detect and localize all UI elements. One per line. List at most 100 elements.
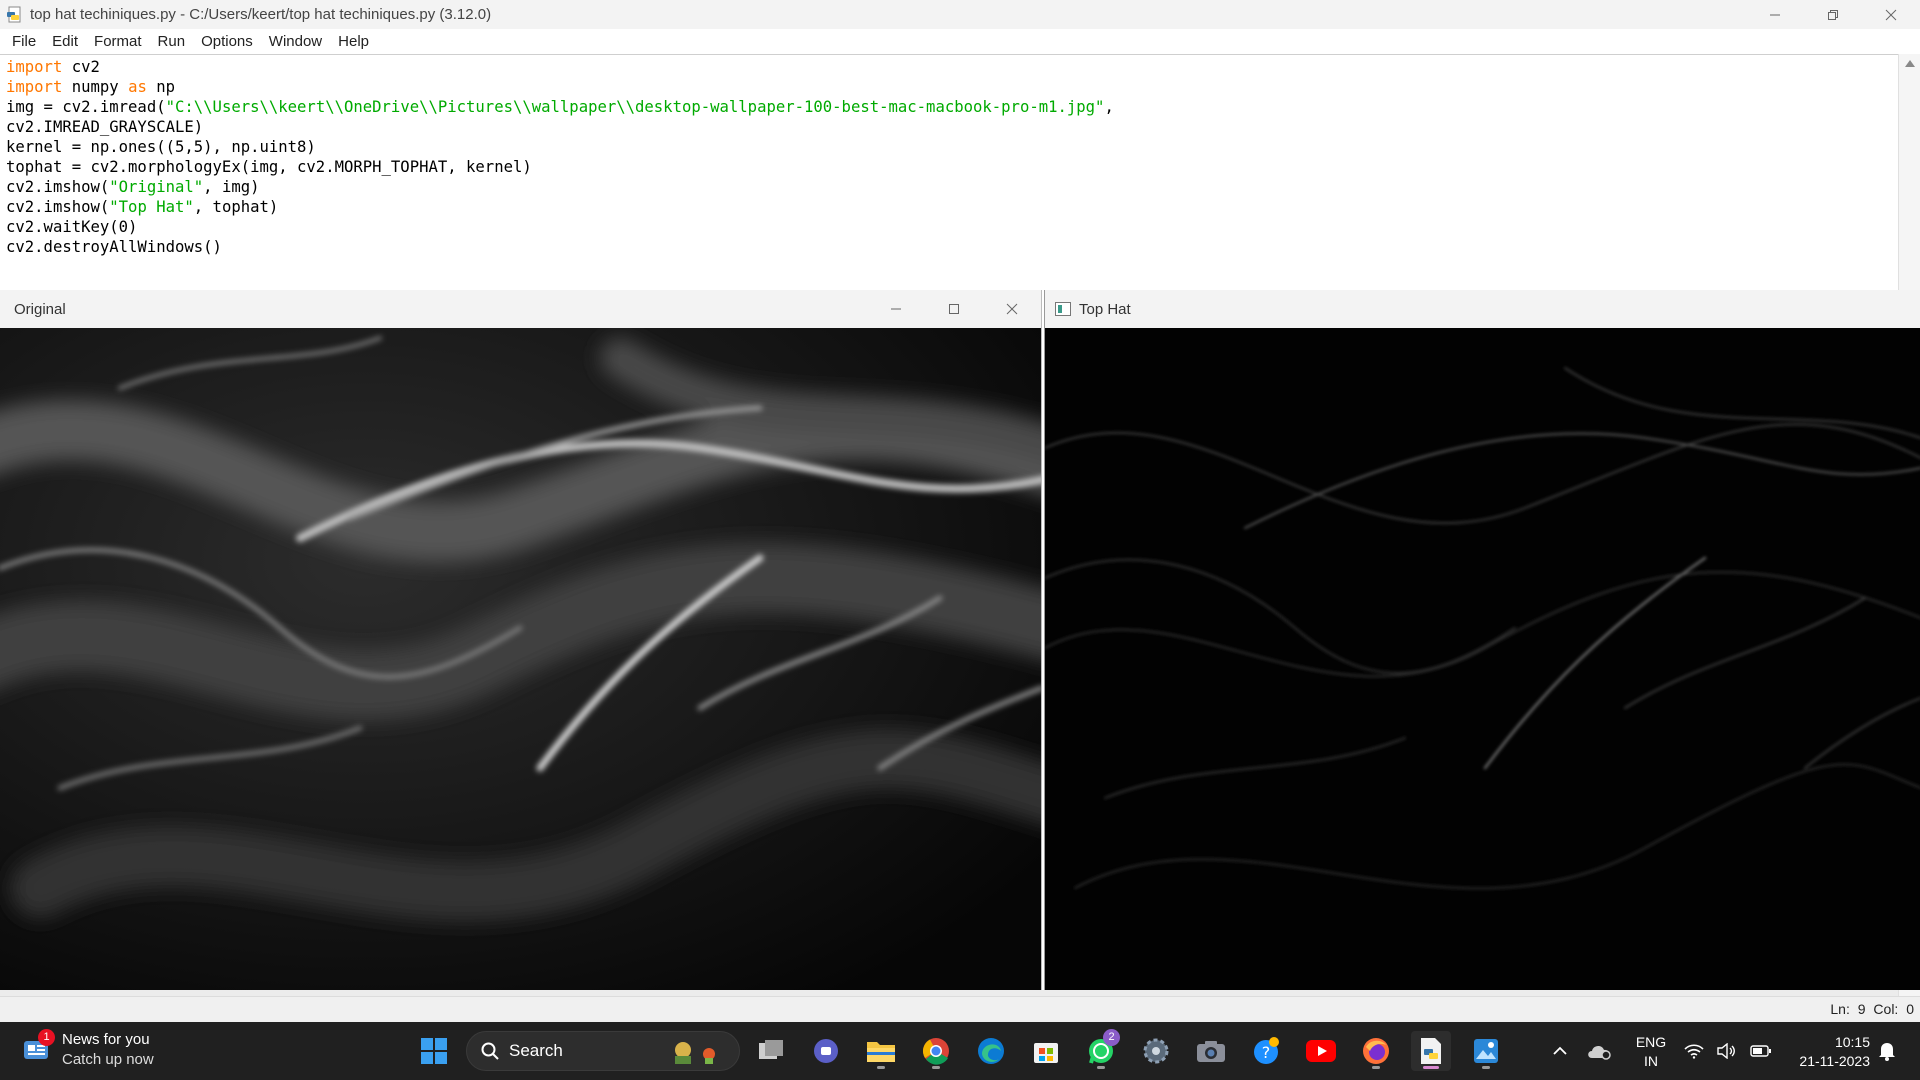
code-line[interactable]: kernel = np.ones((5,5), np.uint8) — [6, 137, 1898, 157]
get-help-icon: ? — [1254, 1037, 1279, 1064]
show-hidden-icons-button[interactable] — [1542, 1031, 1578, 1071]
tophat-window-title: Top Hat — [1079, 300, 1131, 318]
code-text: kernel = np.ones((5,5), np.uint8) — [6, 138, 316, 156]
notifications-button[interactable] — [1872, 1031, 1902, 1071]
menu-options[interactable]: Options — [193, 33, 261, 50]
menu-run[interactable]: Run — [150, 33, 194, 50]
menu-edit[interactable]: Edit — [44, 33, 86, 50]
original-minimize-button[interactable] — [867, 290, 925, 328]
tophat-swirl-image — [1045, 328, 1920, 990]
onedrive-button[interactable] — [1582, 1031, 1618, 1071]
code-line[interactable]: cv2.destroyAllWindows() — [6, 237, 1898, 257]
original-image-window[interactable]: Original — [0, 290, 1042, 990]
microsoft-store-button[interactable] — [1026, 1031, 1066, 1071]
news-icon-wrap: 1 — [22, 1029, 55, 1065]
chrome-button[interactable] — [916, 1031, 956, 1071]
microsoft-store-icon — [1034, 1043, 1058, 1063]
tophat-result-image — [1045, 328, 1920, 990]
code-editor[interactable]: import cv2 import numpy as np img = cv2.im… — [0, 54, 1898, 290]
close-icon — [1006, 303, 1018, 315]
original-title-bar[interactable]: Original — [0, 290, 1041, 328]
idle-button[interactable] — [1411, 1031, 1451, 1071]
start-button[interactable] — [414, 1031, 454, 1071]
code-line[interactable]: cv2.IMREAD_GRAYSCALE) — [6, 117, 1898, 137]
restore-button[interactable] — [1804, 0, 1862, 29]
code-text: tophat = cv2.morphologyEx(img, cv2.MORPH… — [6, 158, 532, 176]
code-string: "Original" — [109, 178, 204, 196]
clock-date: 21-11-2023 — [1799, 1053, 1870, 1069]
news-badge: 1 — [38, 1029, 55, 1046]
original-close-button[interactable] — [983, 290, 1041, 328]
teams-chat-button[interactable] — [806, 1031, 846, 1071]
close-icon — [1885, 9, 1897, 20]
original-window-controls — [867, 290, 1041, 328]
taskbar-search-box[interactable]: Search — [466, 1031, 740, 1071]
edge-button[interactable] — [971, 1031, 1011, 1071]
window-title: top hat techiniques.py - C:/Users/keert/… — [30, 6, 492, 23]
tophat-title-bar[interactable]: Top Hat — [1045, 290, 1920, 328]
news-text: News for you Catch up now — [62, 1030, 154, 1070]
code-line[interactable]: import numpy as np — [6, 77, 1898, 97]
cursor-position: Ln: 9 Col: 0 — [1830, 1001, 1914, 1017]
original-window-title: Original — [14, 300, 66, 318]
chrome-icon — [922, 1038, 949, 1065]
notification-bell-icon — [1879, 1043, 1895, 1061]
code-line[interactable]: img = cv2.imread("C:\\Users\\keert\\OneD… — [6, 97, 1898, 117]
window-controls — [1746, 0, 1920, 29]
idle-title-bar[interactable]: top hat techiniques.py - C:/Users/keert/… — [0, 0, 1920, 29]
get-help-button[interactable]: ? — [1246, 1031, 1286, 1071]
camera-button[interactable] — [1191, 1031, 1231, 1071]
code-line[interactable]: import cv2 — [6, 57, 1898, 77]
menu-file[interactable]: File — [4, 33, 44, 50]
quick-settings-button[interactable] — [1678, 1031, 1778, 1071]
code-text: cv2.imshow( — [6, 178, 110, 196]
menu-help[interactable]: Help — [330, 33, 377, 50]
photos-button[interactable] — [1466, 1031, 1506, 1071]
active-indicator — [1423, 1066, 1439, 1069]
python-file-icon — [7, 6, 21, 22]
running-indicator — [877, 1066, 885, 1069]
youtube-button[interactable] — [1301, 1031, 1341, 1071]
settings-button[interactable] — [1136, 1031, 1176, 1071]
whatsapp-badge: 2 — [1103, 1029, 1120, 1046]
code-text: np — [146, 78, 176, 96]
news-title: News for you — [62, 1031, 150, 1048]
original-grayscale-image — [0, 328, 1041, 990]
file-explorer-button[interactable] — [861, 1031, 901, 1071]
tophat-image-window[interactable]: Top Hat — [1044, 290, 1920, 990]
teams-chat-icon — [814, 1039, 838, 1063]
running-indicator — [932, 1066, 940, 1069]
firefox-icon — [1363, 1038, 1389, 1064]
minimize-icon — [1770, 14, 1780, 15]
onedrive-icon — [1588, 1045, 1611, 1060]
whatsapp-button[interactable]: 2 — [1081, 1029, 1121, 1071]
chevron-up-icon — [1553, 1046, 1567, 1055]
search-label: Search — [509, 1041, 563, 1060]
code-keyword: as — [128, 78, 147, 96]
news-widget[interactable]: 1 News for you Catch up now — [22, 1029, 154, 1070]
input-language[interactable]: ENG IN — [1631, 1033, 1671, 1071]
code-line[interactable]: cv2.imshow("Original", img) — [6, 177, 1898, 197]
scroll-up-icon[interactable] — [1905, 60, 1915, 67]
original-maximize-button[interactable] — [925, 290, 983, 328]
code-text: numpy — [62, 78, 129, 96]
minimize-button[interactable] — [1746, 0, 1804, 29]
close-button[interactable] — [1862, 0, 1920, 29]
firefox-button[interactable] — [1356, 1031, 1396, 1071]
clock[interactable]: 10:15 21-11-2023 — [1780, 1033, 1870, 1071]
idle-icon — [1421, 1038, 1441, 1064]
search-highlight-icon — [675, 1042, 715, 1064]
code-text: cv2 — [62, 58, 100, 76]
menu-format[interactable]: Format — [86, 33, 150, 50]
opencv-window-icon — [1055, 302, 1071, 316]
code-line[interactable]: cv2.waitKey(0) — [6, 217, 1898, 237]
code-line[interactable]: cv2.imshow("Top Hat", tophat) — [6, 197, 1898, 217]
lang-line2: IN — [1644, 1053, 1658, 1069]
desktop-screen: top hat techiniques.py - C:/Users/keert/… — [0, 0, 1920, 1080]
code-line[interactable]: tophat = cv2.morphologyEx(img, cv2.MORPH… — [6, 157, 1898, 177]
task-view-button[interactable] — [751, 1031, 791, 1071]
svg-text:?: ? — [1262, 1043, 1271, 1062]
menu-window[interactable]: Window — [261, 33, 330, 50]
idle-status-bar: Ln: 9 Col: 0 — [0, 996, 1920, 1022]
battery-icon — [1749, 1045, 1771, 1057]
